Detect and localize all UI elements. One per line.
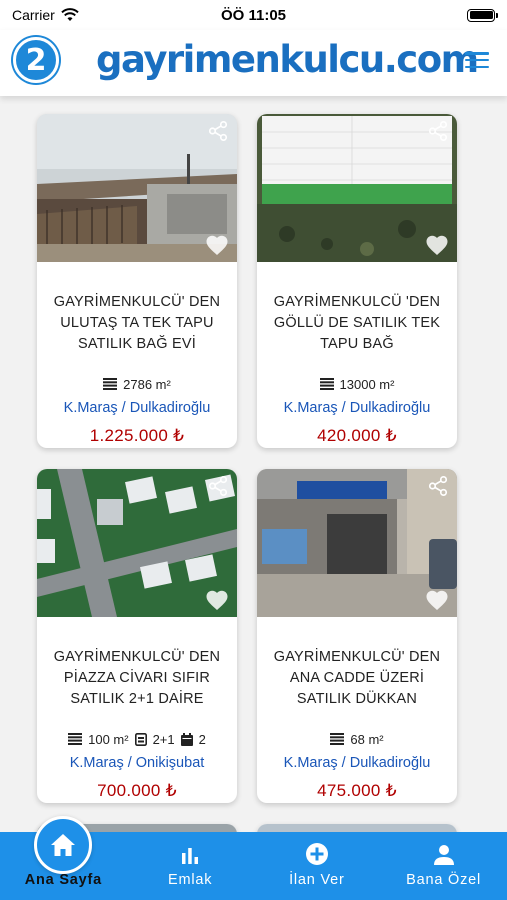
favorite-heart-icon[interactable] (425, 589, 449, 611)
listing-location: K.Maraş / Dulkadiroğlu (283, 755, 431, 771)
tab-ilan-ver[interactable]: İlan Ver (254, 832, 381, 900)
tab-label: İlan Ver (289, 872, 345, 888)
listing-floor: 2 (198, 731, 206, 747)
listing-photo (257, 469, 457, 617)
logo-icon[interactable]: 2 (13, 37, 59, 83)
rooms-icon (134, 732, 147, 746)
listing-photo (37, 469, 237, 617)
tab-label: Ana Sayfa (24, 872, 103, 888)
listing-area: 100 m² (88, 731, 129, 747)
listing-title: GAYRİMENKULCÜ' DEN ANA CADDE ÜZERİ SATIL… (273, 649, 441, 707)
tab-ana-sayfa[interactable]: Ana Sayfa (0, 816, 127, 900)
listing-location: K.Maraş / Dulkadiroğlu (283, 400, 431, 416)
add-circle-icon (305, 843, 328, 865)
area-icon (103, 378, 118, 390)
listing-meta: 13000 m² (257, 374, 457, 394)
listing-area: 2786 m² (123, 376, 171, 392)
listing-meta: 68 m² (257, 729, 457, 749)
share-icon[interactable] (427, 475, 449, 497)
person-icon (433, 845, 454, 865)
listing-card[interactable]: GAYRİMENKULCÜ' DEN ANA CADDE ÜZERİ SATIL… (257, 469, 457, 803)
listing-photo (257, 824, 457, 832)
status-bar: Carrier ÖÖ 11:05 (0, 0, 507, 30)
tab-bana-ozel[interactable]: Bana Özel (380, 832, 507, 900)
tab-label: Emlak (167, 872, 213, 888)
share-icon[interactable] (427, 120, 449, 142)
listing-card[interactable]: GAYRİMENKULCÜ' DEN ULUTAŞ TA TEK TAPU SA… (37, 114, 237, 448)
share-icon[interactable] (207, 120, 229, 142)
listing-title: GAYRİMENKULCÜ' DEN PİAZZA CİVARI SIFIR S… (53, 649, 221, 707)
tab-emlak[interactable]: Emlak (127, 832, 254, 900)
app-header: 2 gayrimenkulcu.com (0, 30, 507, 96)
wifi-icon (61, 8, 79, 21)
listing-card[interactable] (257, 824, 457, 832)
listing-area: 13000 m² (339, 376, 395, 392)
tab-label: Bana Özel (406, 872, 482, 888)
share-icon[interactable] (207, 475, 229, 497)
brand-wordmark[interactable]: gayrimenkulcu.com (96, 38, 479, 81)
listing-price: 475.000 ₺ (317, 781, 397, 800)
favorite-heart-icon[interactable] (205, 234, 229, 256)
area-icon (330, 733, 345, 745)
area-icon (319, 378, 334, 390)
bottom-tab-bar: Ana Sayfa Emlak İlan Ver Bana Özel (0, 816, 507, 900)
listing-title: GAYRİMENKULCÜ 'DEN GÖLLÜ DE SATILIK TEK … (273, 294, 441, 352)
listing-price: 700.000 ₺ (97, 781, 177, 800)
area-icon (68, 733, 83, 745)
hamburger-menu-icon[interactable] (465, 50, 489, 70)
listing-price: 1.225.000 ₺ (89, 426, 185, 445)
listing-meta: 2786 m² (37, 374, 237, 394)
floor-icon (180, 732, 193, 746)
listing-meta: 100 m² 2+1 2 (37, 729, 237, 749)
listing-location: K.Maraş / Dulkadiroğlu (63, 400, 211, 416)
listing-photo (257, 114, 457, 262)
listing-grid: GAYRİMENKULCÜ' DEN ULUTAŞ TA TEK TAPU SA… (0, 96, 507, 832)
listing-location: K.Maraş / Onikişubat (69, 755, 205, 771)
listing-card[interactable]: GAYRİMENKULCÜ' DEN PİAZZA CİVARI SIFIR S… (37, 469, 237, 803)
listing-area: 68 m² (350, 731, 384, 747)
listing-photo (37, 114, 237, 262)
battery-icon (467, 8, 498, 22)
listing-card[interactable]: GAYRİMENKULCÜ 'DEN GÖLLÜ DE SATILIK TEK … (257, 114, 457, 448)
favorite-heart-icon[interactable] (205, 589, 229, 611)
carrier-label: Carrier (12, 7, 55, 23)
listing-rooms: 2+1 (152, 731, 175, 747)
listing-price: 420.000 ₺ (317, 426, 397, 445)
home-icon[interactable] (34, 816, 93, 874)
bar-chart-icon (182, 848, 199, 864)
listing-title: GAYRİMENKULCÜ' DEN ULUTAŞ TA TEK TAPU SA… (53, 294, 221, 352)
status-left: Carrier (12, 7, 79, 23)
favorite-heart-icon[interactable] (425, 234, 449, 256)
